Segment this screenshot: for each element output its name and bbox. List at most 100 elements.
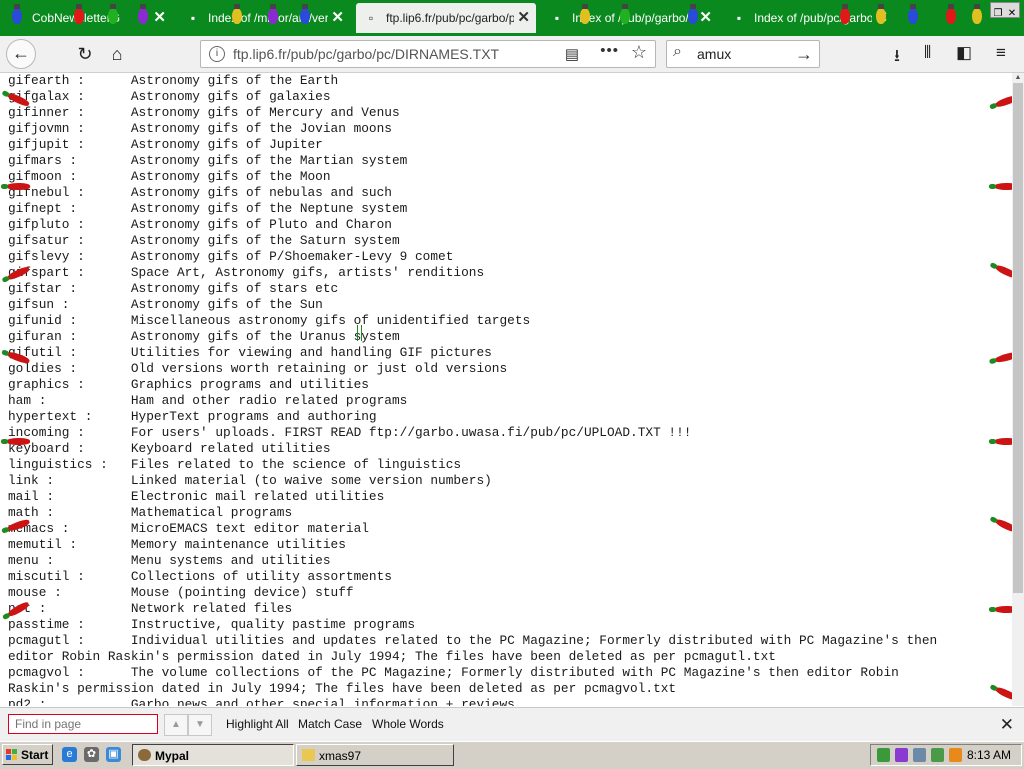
close-find-bar-icon[interactable]: ✕ — [1000, 708, 1014, 741]
close-window-icon[interactable]: ✕ — [1005, 8, 1019, 20]
search-go-arrow-icon[interactable]: → — [795, 41, 813, 67]
christmas-bulb-icon — [300, 4, 310, 24]
christmas-bulb-icon — [972, 4, 982, 24]
directory-listing: gifearth : Astronomy gifs of the Earth g… — [0, 73, 1012, 706]
tab-dirnames-active[interactable]: ▫ ftp.lip6.fr/pub/pc/garbo/pc/ ✕ — [356, 3, 536, 33]
scrollbar-thumb[interactable] — [1013, 83, 1023, 593]
scroll-up-arrow-icon[interactable]: ▲ — [1012, 73, 1024, 83]
tab-title: CobNewsletterG — [32, 3, 150, 33]
close-tab-icon[interactable]: ✕ — [331, 3, 344, 33]
find-next-button[interactable]: ▼ — [188, 714, 212, 736]
chili-pepper-icon — [1, 438, 30, 445]
window-controls: ❐ ✕ — [990, 2, 1020, 20]
christmas-bulb-icon — [268, 4, 278, 24]
christmas-bulb-icon — [876, 4, 886, 24]
tab-index-mirror[interactable]: ▪ Index of /mirror/arc/ver ✕ — [178, 3, 350, 33]
listing-line: graphics : Graphics programs and utiliti… — [8, 377, 369, 392]
listing-line: gifstar : Astronomy gifs of stars etc — [8, 281, 339, 296]
page-actions-icon[interactable]: ••• — [600, 42, 619, 59]
listing-line: gifmars : Astronomy gifs of the Martian … — [8, 153, 408, 168]
search-bar[interactable]: ⌕ amux → — [666, 40, 820, 68]
task-xmas97[interactable]: xmas97 — [296, 744, 454, 766]
reload-button[interactable]: ↻ — [72, 42, 98, 68]
listing-line: linguistics : Files related to the scien… — [8, 457, 462, 472]
clock: 8:13 AM — [966, 748, 1011, 762]
internet-explorer-icon[interactable]: e — [62, 747, 77, 762]
task-label: xmas97 — [319, 749, 362, 763]
listing-line: hypertext : HyperText programs and autho… — [8, 409, 377, 424]
folder-icon: ▪ — [554, 11, 560, 25]
url-text[interactable]: ftp.lip6.fr/pub/pc/garbo/pc/DIRNAMES.TXT — [233, 41, 499, 67]
search-icon: ⌕ — [673, 43, 682, 60]
bookmark-star-icon[interactable]: ☆ — [631, 42, 647, 63]
navigation-toolbar: ← ↻ ⌂ i ftp.lip6.fr/pub/pc/garbo/pc/DIRN… — [0, 36, 1024, 73]
tray-app-icon[interactable] — [931, 748, 944, 762]
christmas-bulb-icon — [620, 4, 630, 24]
reader-view-icon[interactable]: ▤ — [565, 45, 579, 63]
task-mypal[interactable]: Mypal — [132, 744, 294, 766]
listing-line: memacs : MicroEMACS text editor material — [8, 521, 369, 536]
sidebar-icon[interactable]: ◧ — [956, 43, 972, 63]
listing-line: gifpluto : Astronomy gifs of Pluto and C… — [8, 217, 392, 232]
back-button[interactable]: ← — [6, 39, 36, 69]
whole-words-toggle[interactable]: Whole Words — [372, 708, 444, 741]
christmas-bulb-icon — [946, 4, 956, 24]
library-icon[interactable]: ⫴ — [924, 43, 931, 63]
listing-line: gifmoon : Astronomy gifs of the Moon — [8, 169, 331, 184]
christmas-bulb-icon — [840, 4, 850, 24]
listing-line: gifgalax : Astronomy gifs of galaxies — [8, 89, 331, 104]
listing-line: menu : Menu systems and utilities — [8, 553, 331, 568]
folder-icon: ▪ — [736, 11, 742, 25]
site-info-icon[interactable]: i — [209, 46, 225, 62]
page-content: gifearth : Astronomy gifs of the Earth g… — [0, 73, 1012, 706]
mypal-browser-icon — [138, 749, 151, 761]
show-desktop-icon[interactable]: ▣ — [106, 747, 121, 762]
highlight-all-toggle[interactable]: Highlight All — [226, 708, 289, 741]
listing-line: math : Mathematical programs — [8, 505, 293, 520]
home-button[interactable]: ⌂ — [104, 42, 130, 68]
listing-line: memutil : Memory maintenance utilities — [8, 537, 346, 552]
windows-logo-icon — [6, 749, 18, 761]
christmas-bulb-icon — [688, 4, 698, 24]
tray-tree-icon[interactable] — [877, 748, 890, 762]
tray-globe-icon[interactable] — [913, 748, 926, 762]
close-tab-icon[interactable]: ✕ — [517, 3, 530, 33]
listing-line: editor Robin Raskin's permission dated i… — [8, 649, 776, 664]
search-input[interactable]: amux — [697, 41, 731, 67]
page-icon: ▫ — [368, 11, 374, 25]
find-in-page-input[interactable] — [8, 714, 158, 734]
match-case-toggle[interactable]: Match Case — [298, 708, 362, 741]
listing-line: miscutil : Collections of utility assort… — [8, 569, 392, 584]
listing-line: gifsatur : Astronomy gifs of the Saturn … — [8, 233, 400, 248]
listing-line: gifslevy : Astronomy gifs of P/Shoemaker… — [8, 249, 454, 264]
listing-line: gifunid : Miscellaneous astronomy gifs o… — [8, 313, 531, 328]
task-label: Mypal — [155, 749, 190, 763]
close-tab-icon[interactable]: ✕ — [153, 3, 166, 33]
start-button[interactable]: Start — [2, 744, 53, 765]
christmas-bulb-icon — [232, 4, 242, 24]
listing-line: goldies : Old versions worth retaining o… — [8, 361, 508, 376]
system-tray: 8:13 AM — [870, 744, 1022, 766]
app-quicklaunch-icon[interactable]: ✿ — [84, 747, 99, 762]
close-tab-icon[interactable]: ✕ — [699, 3, 712, 33]
downloads-icon[interactable]: ⭳ — [894, 43, 900, 72]
christmas-bulb-icon — [74, 4, 84, 24]
menu-icon[interactable]: ≡ — [996, 43, 1006, 63]
tab-index-ind[interactable]: ▪ Index of /pub/pc/garbo/ind ✕ — [724, 3, 894, 33]
restore-icon[interactable]: ❐ — [991, 8, 1005, 20]
tab-title: ftp.lip6.fr/pub/pc/garbo/pc/ — [386, 11, 514, 25]
listing-line: gifutil : Utilities for viewing and hand… — [8, 345, 492, 360]
find-previous-button[interactable]: ▲ — [164, 714, 188, 736]
listing-line: pcmagvol : The volume collections of the… — [8, 665, 899, 680]
url-bar[interactable]: i ftp.lip6.fr/pub/pc/garbo/pc/DIRNAMES.T… — [200, 40, 656, 68]
taskbar: Start e ✿ ▣ Mypal xmas97 8:13 AM — [0, 741, 1024, 769]
tab-title: Index of /pub/pc/garbo/ind — [754, 11, 872, 25]
vertical-scrollbar[interactable]: ▲ — [1012, 73, 1024, 706]
chili-pepper-icon — [1, 183, 30, 190]
start-label: Start — [21, 748, 49, 762]
listing-line: mouse : Mouse (pointing device) stuff — [8, 585, 354, 600]
tray-bulb-icon[interactable] — [895, 748, 908, 762]
listing-line: gifspart : Space Art, Astronomy gifs, ar… — [8, 265, 485, 280]
tray-search-icon[interactable] — [949, 748, 962, 762]
listing-line: net : Network related files — [8, 601, 293, 616]
